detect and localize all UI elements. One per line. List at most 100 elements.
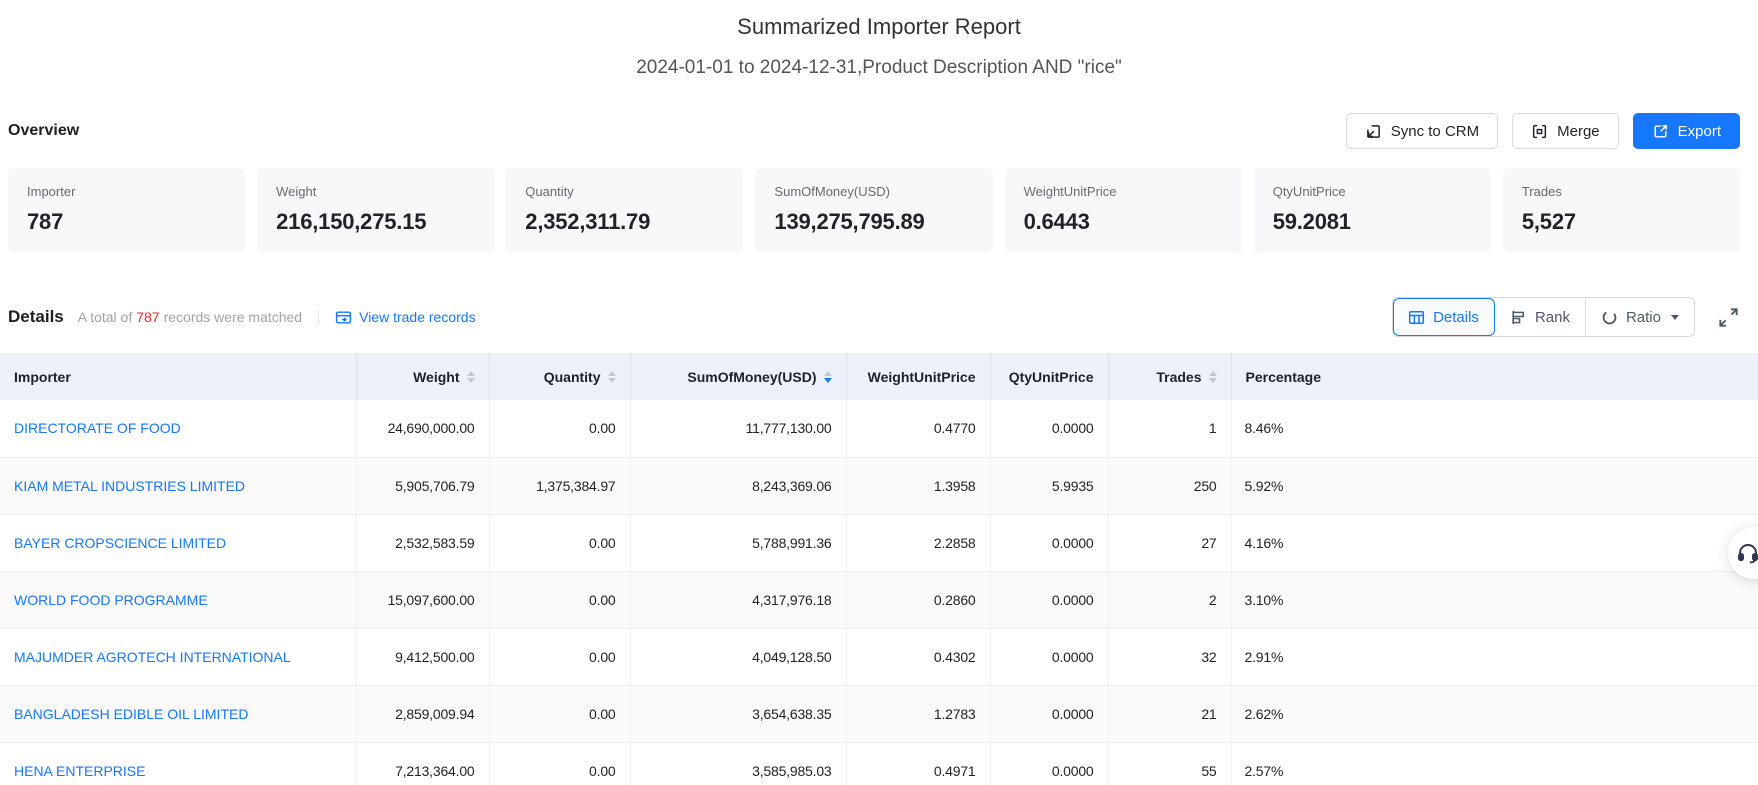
cell-qty-unit-price: 0.0000 — [990, 514, 1108, 571]
stat-value: 216,150,275.15 — [276, 209, 475, 235]
overview-actions: Sync to CRM Merge Export — [1346, 113, 1740, 149]
cell-percentage: 4.16% — [1231, 514, 1758, 571]
ratio-icon — [1601, 309, 1618, 326]
cell-trades: 21 — [1108, 685, 1231, 742]
sort-icons — [608, 371, 616, 383]
trade-records-icon — [335, 309, 352, 326]
rank-icon — [1510, 309, 1527, 326]
cell-weight: 2,859,009.94 — [356, 685, 489, 742]
tab-rank[interactable]: Rank — [1495, 298, 1586, 336]
cell-qty-unit-price: 0.0000 — [990, 685, 1108, 742]
sort-icons — [467, 371, 475, 383]
stat-value: 787 — [27, 209, 226, 235]
sort-icons — [824, 371, 832, 383]
match-suffix: records were matched — [164, 309, 303, 325]
cell-trades: 2 — [1108, 571, 1231, 628]
page-subtitle: 2024-01-01 to 2024-12-31,Product Descrip… — [0, 57, 1758, 79]
overview-label: Overview — [8, 122, 79, 140]
importer-link[interactable]: DIRECTORATE OF FOOD — [14, 420, 181, 436]
tab-details-label: Details — [1433, 309, 1479, 326]
tab-details[interactable]: Details — [1393, 298, 1495, 336]
column-header-quantity[interactable]: Quantity — [489, 353, 630, 400]
table-row: BANGLADESH EDIBLE OIL LIMITED 2,859,009.9… — [0, 685, 1758, 742]
column-label: Quantity — [544, 369, 601, 385]
cell-quantity: 0.00 — [489, 514, 630, 571]
cell-weight-unit-price: 0.2860 — [846, 571, 990, 628]
cell-weight: 15,097,600.00 — [356, 571, 489, 628]
cell-importer: WORLD FOOD PROGRAMME — [0, 571, 356, 628]
table-row: BAYER CROPSCIENCE LIMITED2,532,583.590.0… — [0, 514, 1758, 571]
cell-weight-unit-price: 0.4770 — [846, 400, 990, 457]
cell-percentage: 5.92% — [1231, 457, 1758, 514]
column-label: Weight — [413, 369, 459, 385]
tab-ratio[interactable]: Ratio — [1586, 298, 1694, 336]
export-icon — [1652, 123, 1669, 140]
stat-value: 2,352,311.79 — [525, 209, 724, 235]
stat-value: 0.6443 — [1024, 209, 1223, 235]
column-header-weight[interactable]: Weight — [356, 353, 489, 400]
cell-weight-unit-price: 1.3958 — [846, 457, 990, 514]
cell-weight-unit-price: 1.2783 — [846, 685, 990, 742]
cell-importer: BANGLADESH EDIBLE OIL LIMITED — [0, 685, 356, 742]
table-row: WORLD FOOD PROGRAMME15,097,600.000.004,3… — [0, 571, 1758, 628]
stat-card-qty-unit-price: QtyUnitPrice 59.2081 — [1254, 168, 1491, 253]
cell-weight: 9,412,500.00 — [356, 628, 489, 685]
fullscreen-icon — [1717, 306, 1740, 329]
cell-percentage: 3.10% — [1231, 571, 1758, 628]
importer-link[interactable]: BAYER CROPSCIENCE LIMITED — [14, 535, 226, 551]
export-label: Export — [1678, 123, 1721, 140]
cell-sum-of-money: 11,777,130.00 — [630, 400, 846, 457]
table-body: DIRECTORATE OF FOOD24,690,000.000.0011,7… — [0, 400, 1758, 785]
export-button[interactable]: Export — [1633, 113, 1740, 149]
stat-label: SumOfMoney(USD) — [774, 184, 973, 199]
cell-percentage: 2.57% — [1231, 742, 1758, 785]
cell-trades: 32 — [1108, 628, 1231, 685]
view-trade-records-link[interactable]: View trade records — [335, 309, 475, 326]
chevron-down-icon — [1671, 315, 1679, 320]
importer-link[interactable]: HENA ENTERPRISE — [14, 763, 145, 779]
cell-importer: DIRECTORATE OF FOOD — [0, 400, 356, 457]
match-prefix: A total of — [78, 309, 132, 325]
column-header-qty-unit-price: QtyUnitPrice — [990, 353, 1108, 400]
cell-quantity: 0.00 — [489, 742, 630, 785]
cell-trades: 27 — [1108, 514, 1231, 571]
stat-card-quantity: Quantity 2,352,311.79 — [506, 168, 743, 253]
merge-button[interactable]: Merge — [1512, 113, 1619, 149]
importer-link[interactable]: MAJUMDER AGROTECH INTERNATIONAL — [14, 649, 291, 665]
cell-quantity: 0.00 — [489, 685, 630, 742]
view-trade-records-label: View trade records — [359, 309, 475, 325]
tab-rank-label: Rank — [1535, 309, 1570, 326]
stat-card-weight: Weight 216,150,275.15 — [257, 168, 494, 253]
cell-weight-unit-price: 2.2858 — [846, 514, 990, 571]
sync-to-crm-button[interactable]: Sync to CRM — [1346, 113, 1498, 149]
cell-sum-of-money: 4,317,976.18 — [630, 571, 846, 628]
stat-card-weight-unit-price: WeightUnitPrice 0.6443 — [1005, 168, 1242, 253]
table-row: MAJUMDER AGROTECH INTERNATIONAL 9,412,500… — [0, 628, 1758, 685]
cell-qty-unit-price: 0.0000 — [990, 628, 1108, 685]
column-label: WeightUnitPrice — [868, 369, 976, 385]
view-switcher: Details Rank Ratio — [1392, 297, 1695, 337]
tab-ratio-label: Ratio — [1626, 309, 1661, 326]
column-label: Trades — [1156, 369, 1201, 385]
importer-link[interactable]: KIAM METAL INDUSTRIES LIMITED — [14, 478, 245, 494]
merge-label: Merge — [1557, 123, 1600, 140]
cell-percentage: 2.91% — [1231, 628, 1758, 685]
sort-icons — [1209, 371, 1217, 383]
fullscreen-button[interactable] — [1717, 306, 1740, 329]
stat-card-sum-of-money: SumOfMoney(USD) 139,275,795.89 — [755, 168, 992, 253]
stat-label: WeightUnitPrice — [1024, 184, 1223, 199]
importer-link[interactable]: BANGLADESH EDIBLE OIL LIMITED — [14, 706, 248, 722]
stat-label: Trades — [1522, 184, 1721, 199]
table-row: DIRECTORATE OF FOOD24,690,000.000.0011,7… — [0, 400, 1758, 457]
cell-qty-unit-price: 0.0000 — [990, 742, 1108, 785]
cell-quantity: 1,375,384.97 — [489, 457, 630, 514]
column-header-trades[interactable]: Trades — [1108, 353, 1231, 400]
column-header-percentage: Percentage — [1231, 353, 1758, 400]
stat-label: Importer — [27, 184, 226, 199]
cell-importer: KIAM METAL INDUSTRIES LIMITED — [0, 457, 356, 514]
cell-qty-unit-price: 0.0000 — [990, 400, 1108, 457]
column-header-sum-of-money[interactable]: SumOfMoney(USD) — [630, 353, 846, 400]
importer-link[interactable]: WORLD FOOD PROGRAMME — [14, 592, 208, 608]
cell-importer: BAYER CROPSCIENCE LIMITED — [0, 514, 356, 571]
importer-table: Importer Weight Quantity SumOfMoney(USD)… — [0, 353, 1758, 785]
